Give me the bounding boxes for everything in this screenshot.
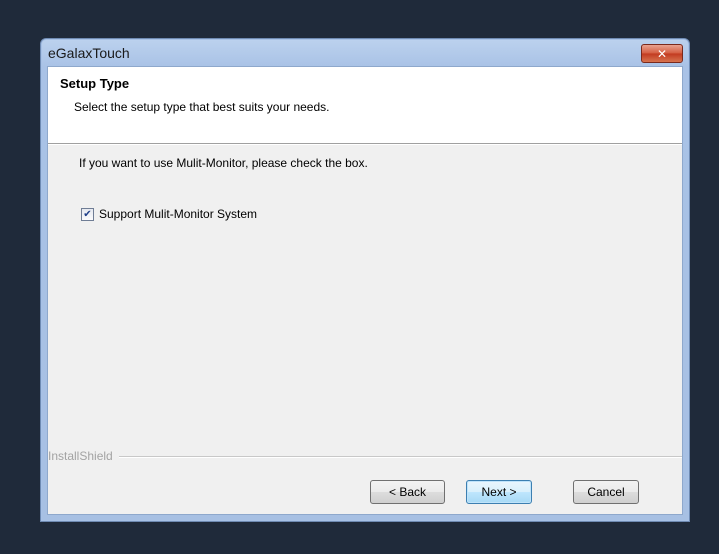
installshield-brand: InstallShield — [48, 449, 119, 463]
dialog-client-area: Setup Type Select the setup type that be… — [47, 66, 683, 515]
divider-line-highlight — [48, 457, 682, 458]
instruction-text: If you want to use Mulit-Monitor, please… — [79, 156, 368, 170]
dialog-header: Setup Type Select the setup type that be… — [48, 67, 682, 144]
installer-window: eGalaxTouch ✕ Setup Type Select the setu… — [40, 38, 690, 522]
header-title: Setup Type — [60, 76, 130, 91]
header-subtitle: Select the setup type that best suits yo… — [74, 100, 330, 114]
multi-monitor-checkbox[interactable]: ✔ — [81, 207, 94, 221]
window-title: eGalaxTouch — [48, 45, 130, 61]
title-bar[interactable]: eGalaxTouch ✕ — [41, 39, 689, 65]
close-button[interactable]: ✕ — [641, 44, 683, 63]
header-divider — [48, 144, 682, 145]
multi-monitor-option[interactable]: ✔ Support Mulit-Monitor System — [81, 207, 257, 221]
checkmark-icon: ✔ — [83, 208, 92, 220]
close-icon: ✕ — [656, 46, 668, 61]
cancel-button[interactable]: Cancel — [573, 480, 639, 504]
installshield-divider: InstallShield — [48, 449, 682, 463]
next-button[interactable]: Next > — [466, 480, 532, 504]
back-button[interactable]: < Back — [370, 480, 445, 504]
multi-monitor-label[interactable]: Support Mulit-Monitor System — [99, 207, 257, 221]
